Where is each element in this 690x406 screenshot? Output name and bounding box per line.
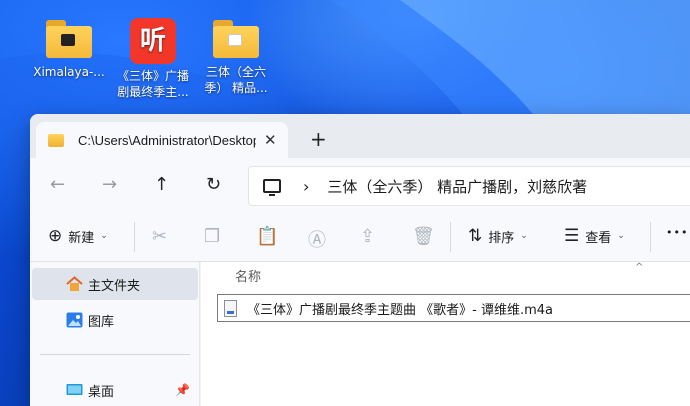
- sidebar-item-label: 图库: [88, 314, 115, 330]
- sidebar-divider: [40, 354, 190, 355]
- cut-icon[interactable]: ✂: [152, 226, 167, 247]
- home-icon: [66, 276, 83, 291]
- folder-icon: [46, 18, 92, 58]
- folder-icon: [213, 18, 259, 58]
- breadcrumb-current-folder[interactable]: 三体（全六季） 精品广播剧，刘慈欣著: [327, 176, 587, 197]
- folder-icon: [48, 133, 64, 147]
- rename-icon[interactable]: Ⓐ: [308, 226, 326, 252]
- divider: [450, 222, 451, 252]
- chevron-down-icon: ⌄: [520, 231, 528, 241]
- desktop-icon: [66, 384, 83, 395]
- chevron-down-icon: ⌄: [617, 231, 625, 241]
- address-bar[interactable]: › 三体（全六季） 精品广播剧，刘慈欣著: [248, 166, 690, 206]
- sort-button[interactable]: ⇅ 排序 ⌄: [468, 226, 528, 246]
- view-list-icon: ☰: [564, 226, 580, 246]
- list-item[interactable]: 《三体》广播剧最终季主题曲 《歌者》- 谭维维.m4a: [217, 294, 690, 322]
- tab-bar: C:\Users\Administrator\Desktop ✕ +: [30, 114, 690, 158]
- sort-indicator-icon: ^: [635, 262, 644, 273]
- forward-button[interactable]: →: [102, 173, 117, 197]
- file-list: ^ 名称 《三体》广播剧最终季主题曲 《歌者》- 谭维维.m4a: [201, 262, 690, 406]
- audio-file-icon: [224, 299, 237, 317]
- view-label: 查看: [585, 230, 612, 246]
- desktop-icon-label: Ximalaya-...: [33, 65, 105, 79]
- sort-icon: ⇅: [468, 226, 483, 246]
- desktop-icon-ximalaya[interactable]: Ximalaya-...: [30, 18, 108, 80]
- command-bar: ⊕ 新建 ⌄ ✂ ❐ 📋 Ⓐ ⇪ 🗑 ⇅ 排序 ⌄ ☰ 查看 ⌄ •••: [30, 212, 690, 262]
- desktop-icon-three-body-folder[interactable]: 三体（全六 季） 精品...: [197, 18, 275, 96]
- breadcrumb-separator[interactable]: ›: [303, 177, 309, 196]
- plus-circle-icon: ⊕: [48, 226, 63, 246]
- sort-label: 排序: [488, 230, 515, 246]
- tab-title: C:\Users\Administrator\Desktop: [78, 132, 256, 148]
- share-icon[interactable]: ⇪: [360, 226, 375, 247]
- tab-desktop[interactable]: C:\Users\Administrator\Desktop ✕: [36, 122, 288, 158]
- pin-icon[interactable]: 📌: [175, 383, 190, 397]
- sidebar-item-home[interactable]: 主文件夹: [32, 268, 198, 300]
- desktop-icon-three-body-audio[interactable]: 听 《三体》广播 剧最终季主...: [114, 18, 192, 100]
- navigation-bar: ← → ↑ ↻ › 三体（全六季） 精品广播剧，刘慈欣著: [30, 158, 690, 212]
- column-header-name[interactable]: 名称: [235, 266, 261, 285]
- back-button[interactable]: ←: [50, 173, 65, 197]
- refresh-button[interactable]: ↻: [206, 173, 221, 197]
- gallery-icon: [66, 312, 83, 328]
- sidebar-item-gallery[interactable]: 图库: [32, 304, 198, 336]
- divider: [650, 222, 651, 252]
- new-tab-button[interactable]: +: [310, 129, 327, 149]
- desktop-icon-label: 三体（全六 季） 精品...: [204, 65, 268, 95]
- file-name: 《三体》广播剧最终季主题曲 《歌者》- 谭维维.m4a: [247, 302, 553, 318]
- paste-icon[interactable]: 📋: [256, 226, 278, 247]
- sidebar-item-label: 主文件夹: [88, 278, 141, 294]
- delete-icon[interactable]: 🗑: [412, 226, 435, 247]
- copy-icon[interactable]: ❐: [204, 226, 220, 247]
- more-options-button[interactable]: •••: [666, 226, 688, 239]
- chevron-down-icon: ⌄: [100, 231, 108, 241]
- sidebar-item-desktop[interactable]: 桌面 📌: [32, 374, 198, 406]
- close-icon[interactable]: ✕: [264, 131, 277, 149]
- navigation-pane: 主文件夹 图库 桌面 📌: [30, 262, 200, 406]
- desktop-icon-label: 《三体》广播 剧最终季主...: [116, 69, 189, 99]
- divider: [134, 222, 135, 252]
- file-explorer-window: C:\Users\Administrator\Desktop ✕ + ← → ↑…: [30, 114, 690, 406]
- this-pc-icon: [263, 179, 281, 196]
- view-button[interactable]: ☰ 查看 ⌄: [564, 226, 625, 246]
- sidebar-item-label: 桌面: [88, 384, 115, 400]
- up-button[interactable]: ↑: [154, 173, 169, 197]
- ting-app-icon: 听: [130, 18, 176, 64]
- new-button[interactable]: ⊕ 新建 ⌄: [48, 226, 108, 246]
- new-label: 新建: [68, 230, 95, 246]
